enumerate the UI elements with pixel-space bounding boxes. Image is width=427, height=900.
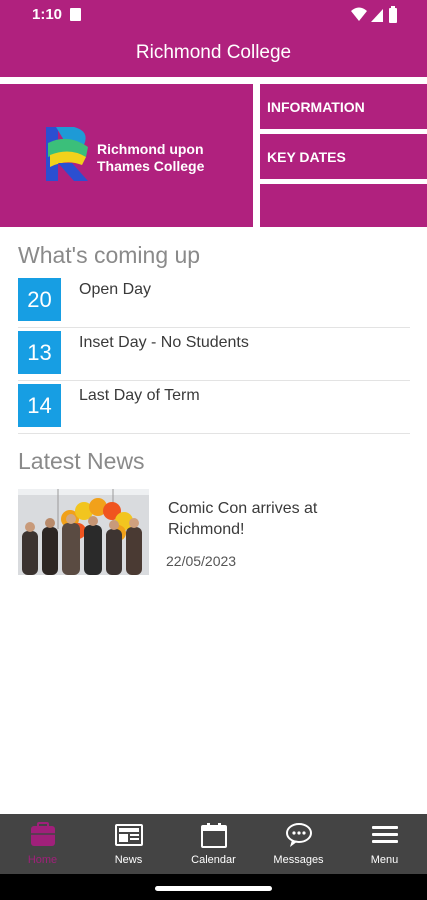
logo-text: Richmond upon Thames College	[97, 141, 204, 175]
battery-icon	[389, 8, 397, 23]
nav-messages[interactable]: Messages	[256, 814, 341, 874]
nav-news-label: News	[114, 854, 143, 866]
nav-news[interactable]: News	[86, 814, 171, 874]
news-headline: Comic Con arrives at Richmond!	[168, 500, 318, 538]
news-icon	[115, 824, 143, 846]
nav-messages-label: Messages	[273, 854, 324, 866]
messages-icon	[286, 823, 312, 847]
nav-menu-label: Menu	[370, 854, 399, 866]
college-logo-icon	[46, 127, 88, 181]
key-dates-tile[interactable]: KEY DATES	[260, 134, 427, 179]
event-date-badge: 20	[18, 278, 61, 321]
event-name: Inset Day - No Students	[79, 334, 249, 351]
menu-icon	[372, 826, 398, 843]
calendar-icon	[201, 823, 227, 848]
status-bar: 1:10	[0, 0, 427, 30]
bottom-nav: Home News Calendar Messages Menu	[0, 814, 427, 874]
wifi-icon	[351, 7, 367, 21]
college-logo-tile: Richmond upon Thames College	[0, 84, 253, 227]
sd-card-icon	[70, 8, 81, 21]
home-icon	[31, 822, 55, 846]
news-item[interactable]: Comic Con arrives at Richmond! 22/05/202…	[18, 489, 410, 576]
logo-text-line1: Richmond upon	[97, 141, 204, 157]
event-row[interactable]: 14 Last Day of Term	[18, 384, 410, 434]
information-label: INFORMATION	[267, 99, 365, 115]
news-date: 22/05/2023	[166, 553, 237, 569]
nav-home-label: Home	[27, 854, 58, 866]
gesture-handle[interactable]	[155, 886, 272, 891]
event-name: Open Day	[79, 281, 152, 298]
information-tile[interactable]: INFORMATION	[260, 84, 427, 129]
signal-icon	[371, 9, 383, 22]
logo-text-line2: Thames College	[97, 158, 205, 174]
news-thumbnail	[18, 489, 149, 575]
nav-home[interactable]: Home	[0, 814, 85, 874]
page-title: Richmond College	[135, 42, 292, 63]
system-gesture-area	[0, 874, 427, 900]
event-date-badge: 13	[18, 331, 61, 374]
event-row[interactable]: 13 Inset Day - No Students	[18, 331, 410, 381]
empty-tile[interactable]	[260, 184, 427, 227]
coming-up-heading: What's coming up	[18, 242, 201, 268]
event-name: Last Day of Term	[79, 387, 200, 404]
event-row[interactable]: 20 Open Day	[18, 278, 410, 328]
status-time: 1:10	[32, 6, 63, 23]
nav-menu[interactable]: Menu	[342, 814, 427, 874]
app-header: Richmond College	[0, 30, 427, 77]
latest-news-heading: Latest News	[18, 448, 145, 474]
status-icons	[351, 6, 397, 23]
key-dates-label: KEY DATES	[267, 149, 346, 165]
event-date-badge: 14	[18, 384, 61, 427]
nav-calendar[interactable]: Calendar	[171, 814, 256, 874]
nav-calendar-label: Calendar	[191, 854, 236, 866]
